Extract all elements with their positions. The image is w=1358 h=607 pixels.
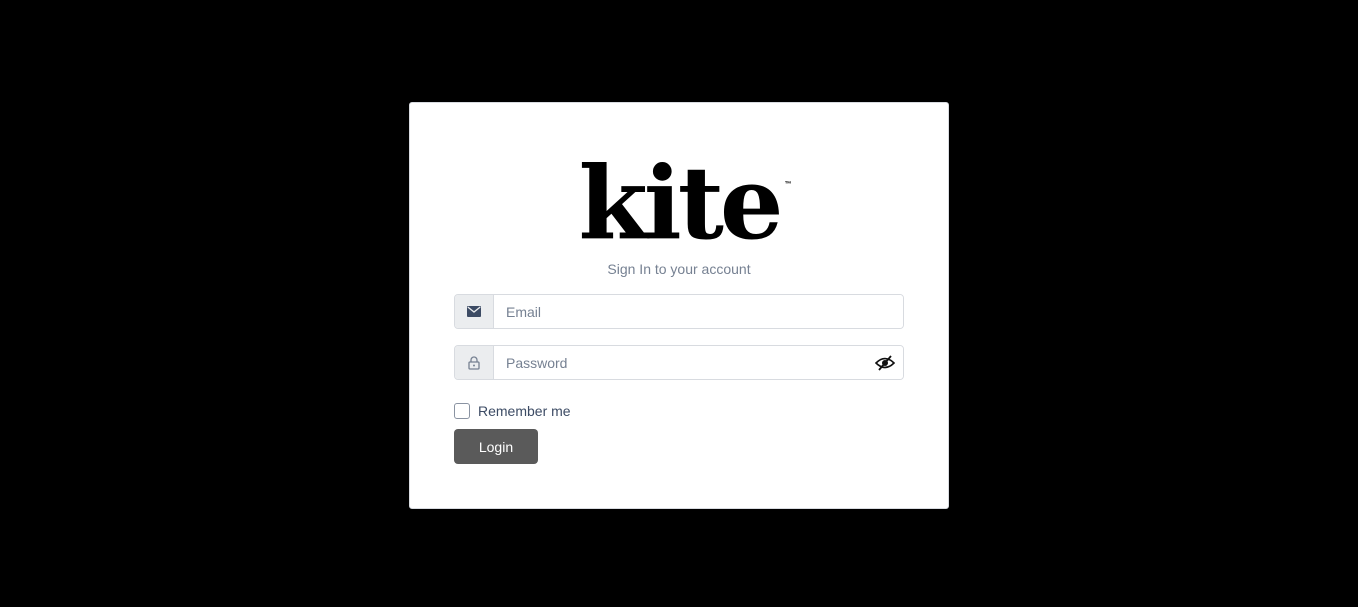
password-field[interactable] — [494, 346, 903, 379]
lock-icon — [455, 346, 494, 379]
brand-logo: kite ™ — [410, 153, 948, 257]
remember-me-label: Remember me — [478, 403, 571, 419]
logo-text: kite — [578, 144, 783, 262]
email-field[interactable] — [494, 295, 903, 328]
trademark-symbol: ™ — [784, 181, 792, 188]
remember-me-checkbox[interactable] — [454, 403, 470, 419]
sign-in-subtitle: Sign In to your account — [607, 261, 751, 277]
login-button[interactable]: Login — [454, 429, 538, 464]
envelope-icon — [455, 295, 494, 328]
remember-me[interactable]: Remember me — [454, 403, 571, 419]
password-input-group — [454, 345, 904, 380]
email-input-group — [454, 294, 904, 329]
eye-slash-icon[interactable] — [874, 354, 896, 372]
logo-wordmark: kite ™ — [578, 153, 791, 253]
login-card: kite ™ Sign In to your account Email Rem… — [409, 102, 949, 509]
